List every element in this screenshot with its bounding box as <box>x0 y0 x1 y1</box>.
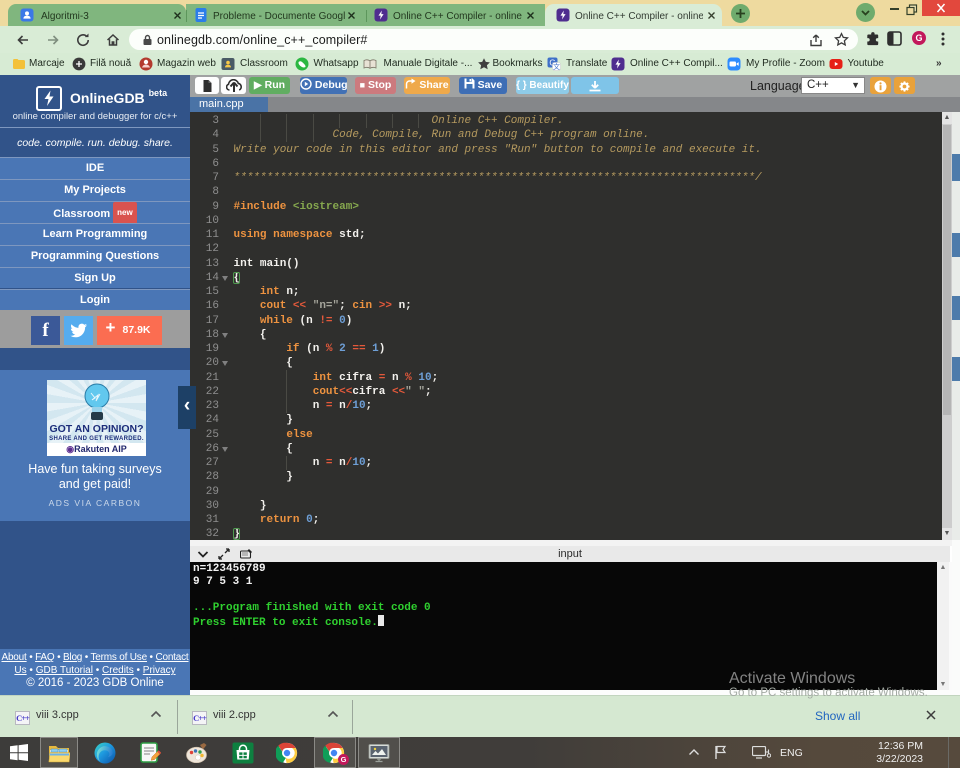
svg-text:文: 文 <box>553 62 560 71</box>
